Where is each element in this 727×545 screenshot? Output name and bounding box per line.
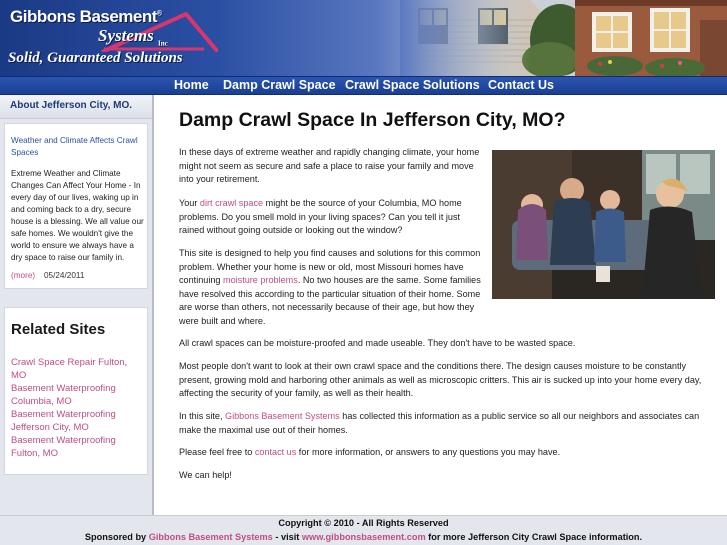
related-link[interactable]: Crawl Space Repair Fulton, MO <box>11 356 143 382</box>
text-fragment: for more Jefferson City Crawl Space info… <box>425 532 643 542</box>
paragraph-contact: Please feel free to contact us for more … <box>179 446 719 460</box>
sponsor-link[interactable]: Gibbons Basement Systems <box>149 532 273 542</box>
moisture-problems-link[interactable]: moisture problems <box>223 275 298 285</box>
family-photo <box>492 150 715 299</box>
article-date: 05/24/2011 <box>44 271 85 280</box>
copyright-text: Copyright © 2010 - All Rights Reserved <box>278 518 449 528</box>
paragraph-we-can-help: We can help! <box>179 470 232 480</box>
sponsor-url-link[interactable]: www.gibbonsbasement.com <box>302 532 426 542</box>
nav-damp-crawl-space[interactable]: Damp Crawl Space <box>223 78 336 92</box>
paragraph-crawl-space: Your dirt crawl space might be the sourc… <box>179 197 484 238</box>
logo-systems: Systems Inc <box>98 26 168 48</box>
paragraph-public-service: In this site, Gibbons Basement Systems h… <box>179 410 719 437</box>
logo-wordmark: Gibbons Basement® <box>10 7 162 26</box>
sidebar: About Jefferson City, MO. Weather and Cl… <box>0 95 152 515</box>
text-fragment: Your <box>179 198 200 208</box>
article-link[interactable]: Weather and Climate Affects Crawl Spaces <box>11 135 145 159</box>
page-title: Damp Crawl Space In Jefferson City, MO? <box>179 109 566 131</box>
related-sites-box: Related Sites Crawl Space Repair Fulton,… <box>4 307 148 475</box>
text-fragment: In this site, <box>179 411 225 421</box>
main-content: Damp Crawl Space In Jefferson City, MO? … <box>154 95 727 515</box>
nav-home[interactable]: Home <box>174 78 209 92</box>
dirt-crawl-space-link[interactable]: dirt crawl space <box>200 198 263 208</box>
related-link[interactable]: Basement Waterproofing Jefferson City, M… <box>11 408 143 434</box>
more-link[interactable]: (more) <box>11 271 35 280</box>
related-sites-heading: Related Sites <box>11 321 106 338</box>
tagline: Solid, Guaranteed Solutions <box>8 50 183 66</box>
sponsor-line: Sponsored by Gibbons Basement Systems - … <box>0 532 727 542</box>
paragraph-intro: In these days of extreme weather and rap… <box>179 147 480 185</box>
house-photo <box>400 0 727 76</box>
gibbons-link[interactable]: Gibbons Basement Systems <box>225 411 340 421</box>
company-logo[interactable]: Gibbons Basement® Systems Inc <box>6 4 218 52</box>
about-heading: About Jefferson City, MO. <box>10 100 133 111</box>
paragraph-conditions: Most people don't want to look at their … <box>179 361 702 399</box>
nav-contact-us[interactable]: Contact Us <box>488 78 554 92</box>
text-fragment: Please feel free to <box>179 447 255 457</box>
site-footer: Copyright © 2010 - All Rights Reserved S… <box>0 515 727 545</box>
site-header: Gibbons Basement® Systems Inc Solid, Gua… <box>0 0 727 76</box>
paragraph-site-purpose: This site is designed to help you find c… <box>179 247 484 329</box>
about-article-box: Weather and Climate Affects Crawl Spaces… <box>4 123 148 289</box>
text-fragment: for more information, or answers to any … <box>296 447 561 457</box>
related-link[interactable]: Basement Waterproofing Fulton, MO <box>11 434 143 460</box>
article-excerpt: Extreme Weather and Climate Changes Can … <box>11 169 144 262</box>
main-nav: Home Damp Crawl Space Crawl Space Soluti… <box>0 76 727 95</box>
nav-crawl-space-solutions[interactable]: Crawl Space Solutions <box>345 78 480 92</box>
about-heading-bar: About Jefferson City, MO. <box>0 95 152 119</box>
text-fragment: - visit <box>272 532 302 542</box>
text-fragment: Sponsored by <box>84 532 149 542</box>
paragraph-moisture-proof: All crawl spaces can be moisture-proofed… <box>179 338 576 348</box>
related-link[interactable]: Basement Waterproofing Columbia, MO <box>11 382 143 408</box>
contact-us-link[interactable]: contact us <box>255 447 296 457</box>
